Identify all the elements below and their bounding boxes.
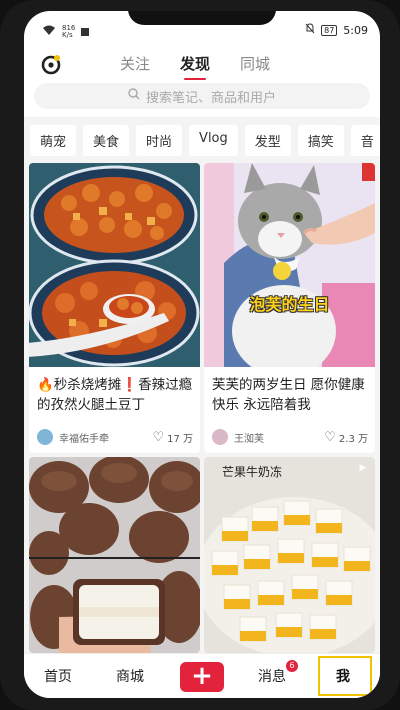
- chip-pets[interactable]: 萌宠: [30, 125, 77, 156]
- chip-hairstyle[interactable]: 发型: [244, 125, 291, 156]
- mute-icon: [305, 23, 315, 37]
- phone-frame: 816 K/s 87 5:09 关注 发现 同城 搜索笔记、商品和用户 萌宠 美…: [0, 0, 400, 710]
- heart-icon: ♡: [324, 429, 336, 445]
- feed-card[interactable]: 🔥秒杀烧烤摊❗️香辣过瘾的孜然火腿土豆丁 幸福佑手牵 ♡ 17 万: [29, 163, 200, 453]
- card-overlay-text: 芒果牛奶冻: [222, 465, 283, 479]
- like-count[interactable]: ♡ 17 万: [152, 430, 193, 445]
- create-post-button[interactable]: +: [180, 662, 224, 692]
- like-count-value: 2.3 万: [338, 433, 368, 445]
- card-author[interactable]: 幸福佑手牵: [59, 430, 109, 445]
- net-speed-unit: K/s: [62, 31, 73, 39]
- card-overlay-text: 泡芙的生日: [249, 295, 330, 314]
- chip-music[interactable]: 音: [350, 125, 380, 156]
- heart-icon: ♡: [152, 429, 165, 445]
- card-title: 芙芙的两岁生日 愿你健康快乐 永远陪着我: [212, 377, 365, 413]
- wifi-icon: [42, 25, 56, 39]
- cat-image: [204, 163, 375, 367]
- dessert-image: [29, 457, 200, 653]
- tab-nearby[interactable]: 同城: [240, 53, 270, 80]
- chip-funny[interactable]: 搞笑: [297, 125, 344, 156]
- chip-food[interactable]: 美食: [83, 125, 130, 156]
- feed-card[interactable]: 泡芙的生日 芙芙的两岁生日 愿你健康快乐 永远陪着我 王洳芙 ♡ 2.3 万: [204, 163, 375, 453]
- card-author[interactable]: 王洳芙: [234, 430, 264, 445]
- chip-fashion[interactable]: 时尚: [136, 125, 183, 156]
- bottom-nav: 首页 商城 + 消息 6 我: [24, 653, 380, 698]
- tab-discover[interactable]: 发现: [180, 53, 210, 80]
- feed-grid: 🔥秒杀烧烤摊❗️香辣过瘾的孜然火腿土豆丁 幸福佑手牵 ♡ 17 万 泡芙的生日 …: [24, 163, 380, 653]
- category-bar: 萌宠 美食 时尚 Vlog 发型 搞笑 音: [24, 117, 380, 163]
- search-bar[interactable]: 搜索笔记、商品和用户: [34, 83, 370, 109]
- feed-card[interactable]: 芒果牛奶冻 ▶: [204, 457, 375, 653]
- search-placeholder: 搜索笔记、商品和用户: [145, 90, 276, 106]
- nav-me[interactable]: 我: [336, 666, 350, 686]
- nav-home[interactable]: 首页: [44, 666, 72, 686]
- chip-vlog[interactable]: Vlog: [189, 125, 238, 156]
- app-screen: 816 K/s 87 5:09 关注 发现 同城 搜索笔记、商品和用户 萌宠 美…: [24, 11, 380, 698]
- video-play-icon: ▶: [359, 463, 367, 473]
- like-count[interactable]: ♡ 2.3 万: [324, 430, 368, 445]
- notification-icon: [81, 28, 90, 36]
- clock: 5:09: [343, 23, 368, 37]
- avatar[interactable]: [37, 429, 53, 445]
- nav-messages[interactable]: 消息: [258, 666, 286, 686]
- food-image: [29, 163, 200, 367]
- top-header: 关注 发现 同城: [24, 47, 380, 81]
- nav-mall[interactable]: 商城: [116, 666, 144, 686]
- card-meta: 幸福佑手牵 ♡ 17 万: [37, 429, 193, 445]
- dessert-image: [204, 457, 375, 653]
- battery-icon: 87: [321, 24, 338, 36]
- feed-tabs: 关注 发现 同城: [120, 53, 270, 80]
- feed-card[interactable]: [29, 457, 200, 653]
- tab-following[interactable]: 关注: [120, 53, 150, 80]
- avatar[interactable]: [212, 429, 228, 445]
- like-count-value: 17 万: [167, 433, 193, 445]
- camera-notch: [128, 11, 276, 25]
- search-icon: [128, 88, 140, 104]
- card-title: 🔥秒杀烧烤摊❗️香辣过瘾的孜然火腿土豆丁: [37, 377, 193, 413]
- messages-badge: 6: [286, 660, 298, 672]
- card-meta: 王洳芙 ♡ 2.3 万: [212, 429, 368, 445]
- app-logo-icon[interactable]: [40, 53, 62, 75]
